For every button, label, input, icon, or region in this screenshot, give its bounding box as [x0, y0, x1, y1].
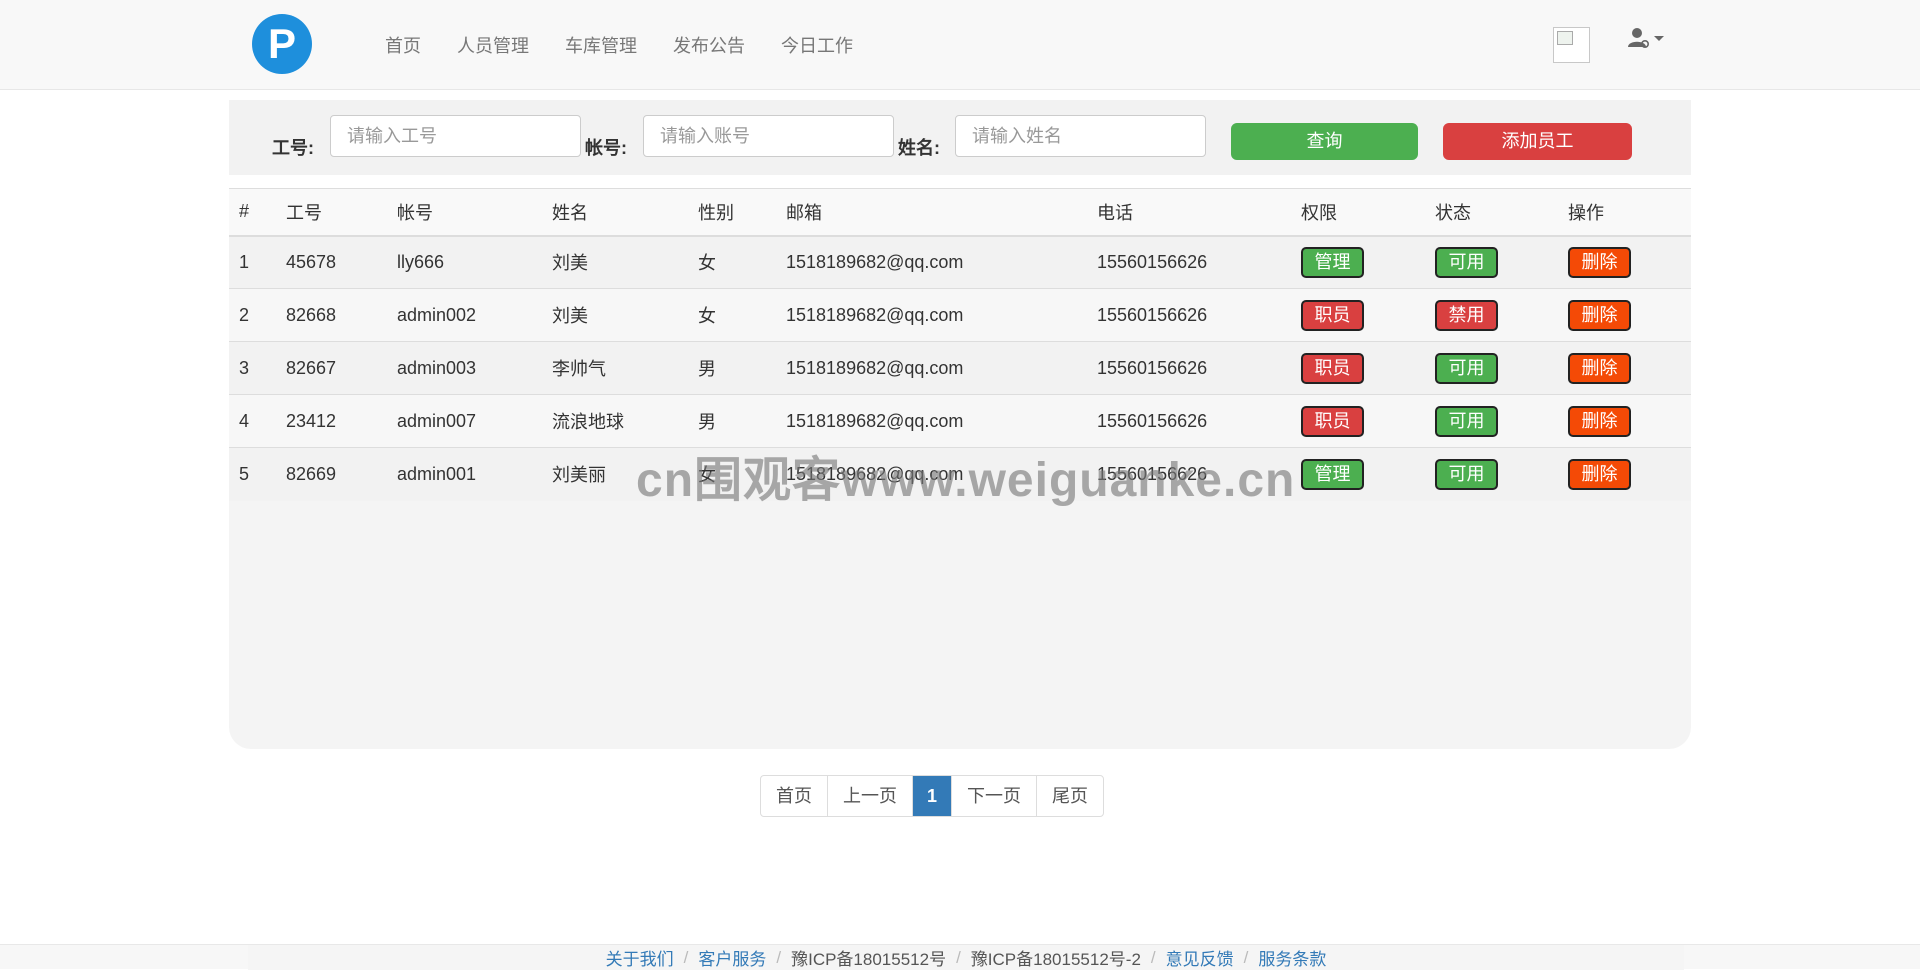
cell-employee-id: 45678 [286, 251, 337, 272]
cell-phone: 15560156626 [1097, 251, 1208, 272]
cell-employee-id: 82667 [286, 357, 337, 378]
cell-phone: 15560156626 [1097, 304, 1208, 325]
watermark: cn围观客www.weiguanke.cn [636, 454, 1296, 507]
delete-button[interactable]: 删除 [1568, 458, 1631, 490]
cell-account: admin002 [397, 304, 477, 325]
table-row: 2 82668 admin002 刘美 女 1518189682@qq.com … [229, 288, 1691, 342]
user-gear-icon [1628, 28, 1664, 49]
footer-separator: / [1243, 947, 1249, 967]
top-navbar: P 首页 人员管理 车库管理 发布公告 今日工作 [0, 0, 1920, 90]
cell-email: 1518189682@qq.com [786, 304, 964, 325]
employee-id-label: 工号: [272, 138, 314, 158]
status-toggle-button[interactable]: 禁用 [1435, 299, 1498, 331]
logo[interactable]: P [252, 14, 312, 74]
user-menu-dropdown[interactable] [1626, 26, 1668, 52]
cell-employee-id: 82668 [286, 304, 337, 325]
header-email: 邮箱 [786, 202, 822, 223]
cell-name: 刘美 [552, 253, 588, 274]
role-toggle-button[interactable]: 管理 [1301, 246, 1364, 278]
header-index: # [239, 201, 250, 222]
nav-today-work[interactable]: 今日工作 [781, 32, 853, 58]
delete-button[interactable]: 删除 [1568, 405, 1631, 437]
nav-garage-management[interactable]: 车库管理 [565, 32, 637, 58]
cell-account: admin007 [397, 410, 477, 431]
header-phone: 电话 [1097, 202, 1133, 223]
table-row: 1 45678 lly666 刘美 女 1518189682@qq.com 15… [229, 235, 1691, 289]
cell-gender: 女 [698, 253, 716, 274]
delete-button[interactable]: 删除 [1568, 299, 1631, 331]
footer-links: 关于我们 / 客户服务 / 豫ICP备18015512号 / 豫ICP备1801… [248, 945, 1684, 970]
table-header-row: # 工号 帐号 姓名 性别 邮箱 电话 权限 状态 操作 [229, 188, 1691, 236]
footer-separator: / [956, 947, 961, 967]
header-account: 帐号 [397, 202, 433, 223]
role-toggle-button[interactable]: 职员 [1301, 299, 1364, 331]
header-gender: 性别 [698, 202, 734, 223]
nav-menu: 首页 人员管理 车库管理 发布公告 今日工作 [385, 0, 889, 90]
page-first[interactable]: 首页 [761, 776, 828, 816]
footer-service-link[interactable]: 客户服务 [698, 945, 766, 970]
footer-icp-1: 豫ICP备18015512号 [791, 950, 947, 969]
footer-separator: / [683, 947, 689, 967]
header-role: 权限 [1301, 202, 1337, 223]
cell-employee-id: 82669 [286, 463, 337, 484]
nav-publish-notice[interactable]: 发布公告 [673, 32, 745, 58]
table-row: 3 82667 admin003 李帅气 男 1518189682@qq.com… [229, 341, 1691, 395]
employee-id-input[interactable] [330, 115, 581, 157]
role-toggle-button[interactable]: 管理 [1301, 458, 1364, 490]
footer-separator: / [776, 947, 782, 967]
status-toggle-button[interactable]: 可用 [1435, 458, 1498, 490]
footer: 关于我们 / 客户服务 / 豫ICP备18015512号 / 豫ICP备1801… [0, 944, 1920, 970]
cell-index: 2 [239, 304, 250, 325]
cell-gender: 男 [698, 359, 716, 379]
cell-index: 5 [239, 463, 250, 484]
page-last[interactable]: 尾页 [1037, 776, 1103, 816]
header-action: 操作 [1568, 202, 1604, 223]
delete-button[interactable]: 删除 [1568, 246, 1631, 278]
footer-icp-2: 豫ICP备18015512号-2 [970, 950, 1141, 969]
account-input[interactable] [643, 115, 894, 157]
cell-employee-id: 23412 [286, 410, 337, 431]
cell-name: 李帅气 [552, 359, 606, 379]
account-label: 帐号: [585, 138, 627, 158]
nav-home[interactable]: 首页 [385, 32, 421, 58]
name-input[interactable] [955, 115, 1206, 157]
status-toggle-button[interactable]: 可用 [1435, 246, 1498, 278]
cell-name: 刘美 [552, 306, 588, 326]
cell-index: 4 [239, 410, 250, 431]
search-button[interactable]: 查询 [1231, 123, 1418, 160]
nav-staff-management[interactable]: 人员管理 [457, 32, 529, 58]
cell-email: 1518189682@qq.com [786, 251, 964, 272]
delete-button[interactable]: 删除 [1568, 352, 1631, 384]
footer-feedback-link[interactable]: 意见反馈 [1166, 945, 1234, 970]
cell-gender: 女 [698, 306, 716, 326]
header-name: 姓名 [552, 202, 588, 223]
add-employee-button[interactable]: 添加员工 [1443, 123, 1632, 160]
cell-index: 3 [239, 357, 250, 378]
cell-account: admin003 [397, 357, 477, 378]
header-employee-id: 工号 [286, 202, 322, 223]
role-toggle-button[interactable]: 职员 [1301, 405, 1364, 437]
footer-separator: / [1150, 947, 1156, 967]
cell-index: 1 [239, 251, 250, 272]
cell-email: 1518189682@qq.com [786, 357, 964, 378]
footer-about-link[interactable]: 关于我们 [606, 945, 674, 970]
cell-phone: 15560156626 [1097, 357, 1208, 378]
page-current[interactable]: 1 [913, 776, 953, 816]
broken-image-icon[interactable] [1553, 27, 1590, 63]
footer-terms-link[interactable]: 服务条款 [1258, 945, 1326, 970]
page-prev[interactable]: 上一页 [828, 776, 913, 816]
role-toggle-button[interactable]: 职员 [1301, 352, 1364, 384]
cell-account: admin001 [397, 463, 477, 484]
status-toggle-button[interactable]: 可用 [1435, 352, 1498, 384]
cell-account: lly666 [397, 251, 445, 272]
page-next[interactable]: 下一页 [952, 776, 1038, 816]
name-label: 姓名: [898, 138, 940, 158]
pagination: 首页 上一页 1 下一页 尾页 [760, 775, 1105, 817]
header-status: 状态 [1435, 202, 1471, 223]
status-toggle-button[interactable]: 可用 [1435, 405, 1498, 437]
